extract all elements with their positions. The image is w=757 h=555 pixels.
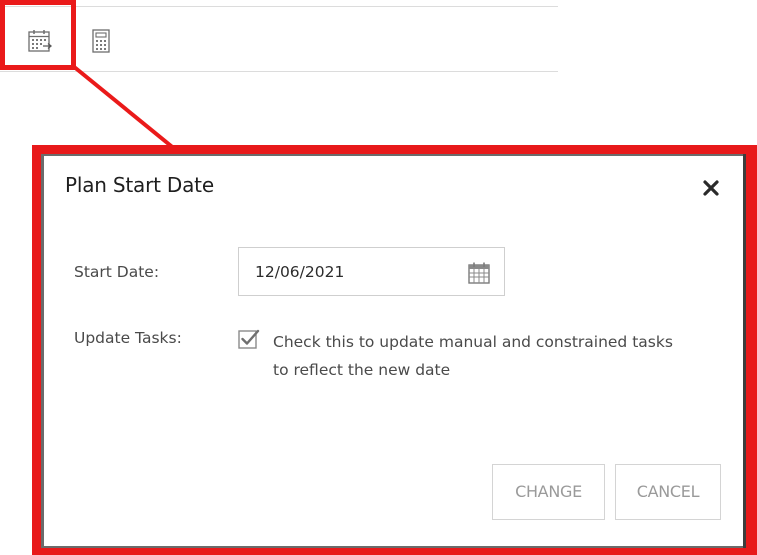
plan-start-date-dialog: Plan Start Date Start Date: 12/06/2021 U… <box>44 156 743 546</box>
start-date-input[interactable]: 12/06/2021 <box>238 247 505 296</box>
start-date-label: Start Date: <box>74 263 160 281</box>
dialog-edge <box>743 154 746 548</box>
screenshot-stage: Plan Start Date Start Date: 12/06/2021 U… <box>0 0 757 555</box>
close-icon[interactable] <box>697 174 725 202</box>
cancel-button[interactable]: CANCEL <box>615 464 721 520</box>
date-picker-calendar-icon[interactable] <box>467 261 491 285</box>
start-date-value[interactable]: 12/06/2021 <box>255 263 344 281</box>
calculator-icon[interactable] <box>88 28 114 54</box>
change-button[interactable]: CHANGE <box>492 464 605 520</box>
update-tasks-line-2: to reflect the new date <box>273 361 451 379</box>
toolbar <box>0 6 558 72</box>
update-tasks-description: Check this to update manual and constrai… <box>273 328 733 384</box>
calendar-date-icon[interactable] <box>27 28 53 54</box>
update-tasks-line-1: Check this to update manual and constrai… <box>273 333 673 351</box>
update-tasks-checkbox[interactable] <box>238 328 260 350</box>
dialog-title: Plan Start Date <box>65 173 214 197</box>
update-tasks-label: Update Tasks: <box>74 329 182 347</box>
